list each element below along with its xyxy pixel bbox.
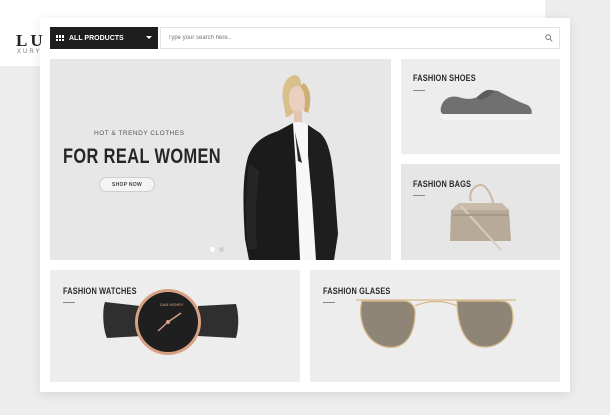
all-products-label: ALL PRODUCTS [69,34,124,42]
grid-icon [56,35,64,41]
watch-image: DAN HENRY [103,289,239,355]
search-bar [160,27,560,49]
shoe-image [440,89,532,120]
category-tile-watches[interactable]: FASHION WATCHES DAN HENRY [50,270,300,382]
search-input[interactable] [168,35,539,41]
svg-text:DAN HENRY: DAN HENRY [160,302,184,307]
hero-model-image [243,75,338,260]
search-icon[interactable] [539,28,559,48]
category-tile-bags[interactable]: FASHION BAGS [401,164,560,260]
all-products-button[interactable]: ALL PRODUCTS [50,27,158,49]
logo-subtext: XURY [17,49,42,55]
category-tile-glasses[interactable]: FASHION GLASES [310,270,560,382]
logo[interactable]: LU [16,31,46,51]
slider-dot-active[interactable] [210,247,215,252]
bag-image [450,184,511,251]
hero-banner[interactable]: HOT & TRENDY CLOTHES FOR REAL WOMEN SHOP… [50,59,391,260]
slider-dot[interactable] [219,247,224,252]
glasses-image [356,299,516,348]
caret-down-icon [146,36,152,39]
category-tile-shoes[interactable]: FASHION SHOES [401,59,560,154]
